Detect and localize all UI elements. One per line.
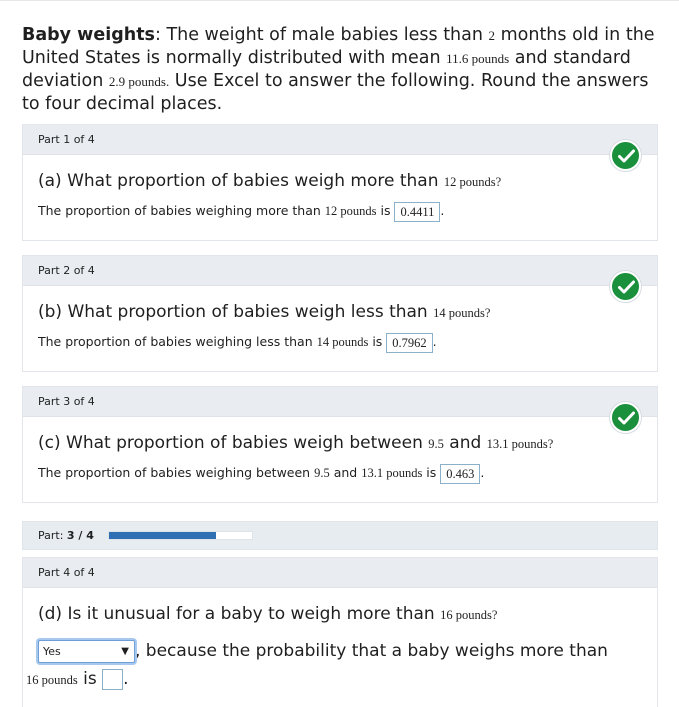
part-1-question-value: 12 pounds? bbox=[443, 175, 502, 189]
sd-value: 2.9 pounds. bbox=[108, 74, 170, 89]
top-divider bbox=[0, 0, 679, 1]
part-4-header: Part 4 of 4 bbox=[23, 558, 657, 588]
part-1-answer-line: The proportion of babies weighing more t… bbox=[23, 201, 657, 222]
part-2-question-text: (b) What proportion of babies weigh less… bbox=[38, 302, 434, 322]
part-4-reason-text: , because the probability that a baby we… bbox=[135, 641, 608, 661]
part-3-answer-text: The proportion of babies weighing betwee… bbox=[38, 465, 315, 480]
part-4-question-text: (d) Is it unusual for a baby to weigh mo… bbox=[38, 604, 441, 624]
part-2-answer-value-text: 14 pounds bbox=[316, 335, 369, 349]
part-3-header: Part 3 of 4 bbox=[23, 387, 657, 417]
mean-value: 11.6 pounds bbox=[446, 51, 510, 66]
part-1-question: (a) What proportion of babies weigh more… bbox=[23, 170, 657, 193]
part-4-answer-input[interactable] bbox=[102, 668, 124, 690]
part-4-period: . bbox=[123, 669, 129, 689]
part-4-question: (d) Is it unusual for a baby to weigh mo… bbox=[23, 603, 657, 626]
part-1-header: Part 1 of 4 bbox=[23, 125, 657, 155]
part-1-panel: Part 1 of 4 (a) What proportion of babie… bbox=[22, 124, 658, 241]
check-circle-icon bbox=[610, 402, 641, 433]
part-3-is: is bbox=[422, 465, 441, 480]
part-4-is: is bbox=[77, 669, 103, 689]
part-4-question-value: 16 pounds? bbox=[440, 608, 498, 622]
part-3-question-value-b: 13.1 pounds? bbox=[486, 437, 554, 451]
part-2-header: Part 2 of 4 bbox=[23, 256, 657, 286]
problem-title: Baby weights bbox=[22, 25, 155, 45]
part-2-answer-text: The proportion of babies weighing less t… bbox=[38, 334, 317, 349]
part-3-question-value-a: 9.5 bbox=[428, 437, 444, 451]
progress-indicator: Part: 3 / 4 bbox=[22, 521, 658, 550]
part-1-answer-box[interactable]: 0.4411 bbox=[394, 201, 441, 222]
part-4-answer-line: Yes ▼ , because the probability that a bab… bbox=[23, 639, 657, 663]
part-3-question-text: (c) What proportion of babies weigh betw… bbox=[38, 433, 429, 453]
check-circle-icon bbox=[610, 271, 641, 302]
part-3-question: (c) What proportion of babies weigh betw… bbox=[23, 432, 657, 455]
part-2-question-value: 14 pounds? bbox=[433, 306, 491, 320]
progress-track bbox=[108, 531, 253, 540]
yes-no-select[interactable]: Yes ▼ bbox=[38, 639, 135, 663]
part-1-question-text: (a) What proportion of babies weigh more… bbox=[38, 171, 444, 191]
part-3-answer-value-b: 13.1 pounds bbox=[361, 466, 423, 480]
part-1-period: . bbox=[440, 203, 445, 218]
part-2-answer-box[interactable]: 0.7962 bbox=[386, 332, 433, 353]
part-1-answer-text: The proportion of babies weighing more t… bbox=[38, 203, 325, 218]
progress-value: 3 / 4 bbox=[66, 529, 94, 542]
select-value: Yes bbox=[43, 644, 61, 658]
part-4-line2-value: 16 pounds bbox=[26, 673, 78, 687]
part-4-answer-line-2: 16 pounds is . bbox=[23, 667, 657, 692]
part-2-panel: Part 2 of 4 (b) What proportion of babie… bbox=[22, 255, 658, 372]
part-3-answer-and: and bbox=[329, 465, 362, 480]
part-2-is: is bbox=[368, 334, 387, 349]
progress-fill bbox=[109, 532, 217, 539]
part-3-answer-line: The proportion of babies weighing betwee… bbox=[23, 463, 657, 484]
part-2-answer-line: The proportion of babies weighing less t… bbox=[23, 332, 657, 353]
part-3-period: . bbox=[480, 465, 485, 480]
part-1-answer-value-text: 12 pounds bbox=[324, 204, 377, 218]
part-2-question: (b) What proportion of babies weigh less… bbox=[23, 301, 657, 324]
problem-statement: Baby weights: The weight of male babies … bbox=[22, 24, 662, 115]
part-3-answer-value-a: 9.5 bbox=[314, 466, 330, 480]
part-1-is: is bbox=[376, 203, 395, 218]
intro-text-1: : The weight of male babies less than bbox=[154, 25, 489, 45]
part-3-answer-box[interactable]: 0.463 bbox=[440, 463, 481, 484]
progress-label: Part: bbox=[38, 529, 67, 542]
chevron-down-icon: ▼ bbox=[121, 645, 129, 657]
part-3-panel: Part 3 of 4 (c) What proportion of babie… bbox=[22, 386, 658, 503]
part-2-period: . bbox=[432, 334, 437, 349]
check-circle-icon bbox=[610, 140, 641, 171]
part-4-panel: Part 4 of 4 (d) Is it unusual for a baby… bbox=[22, 557, 658, 707]
part-3-question-and: and bbox=[443, 433, 487, 453]
